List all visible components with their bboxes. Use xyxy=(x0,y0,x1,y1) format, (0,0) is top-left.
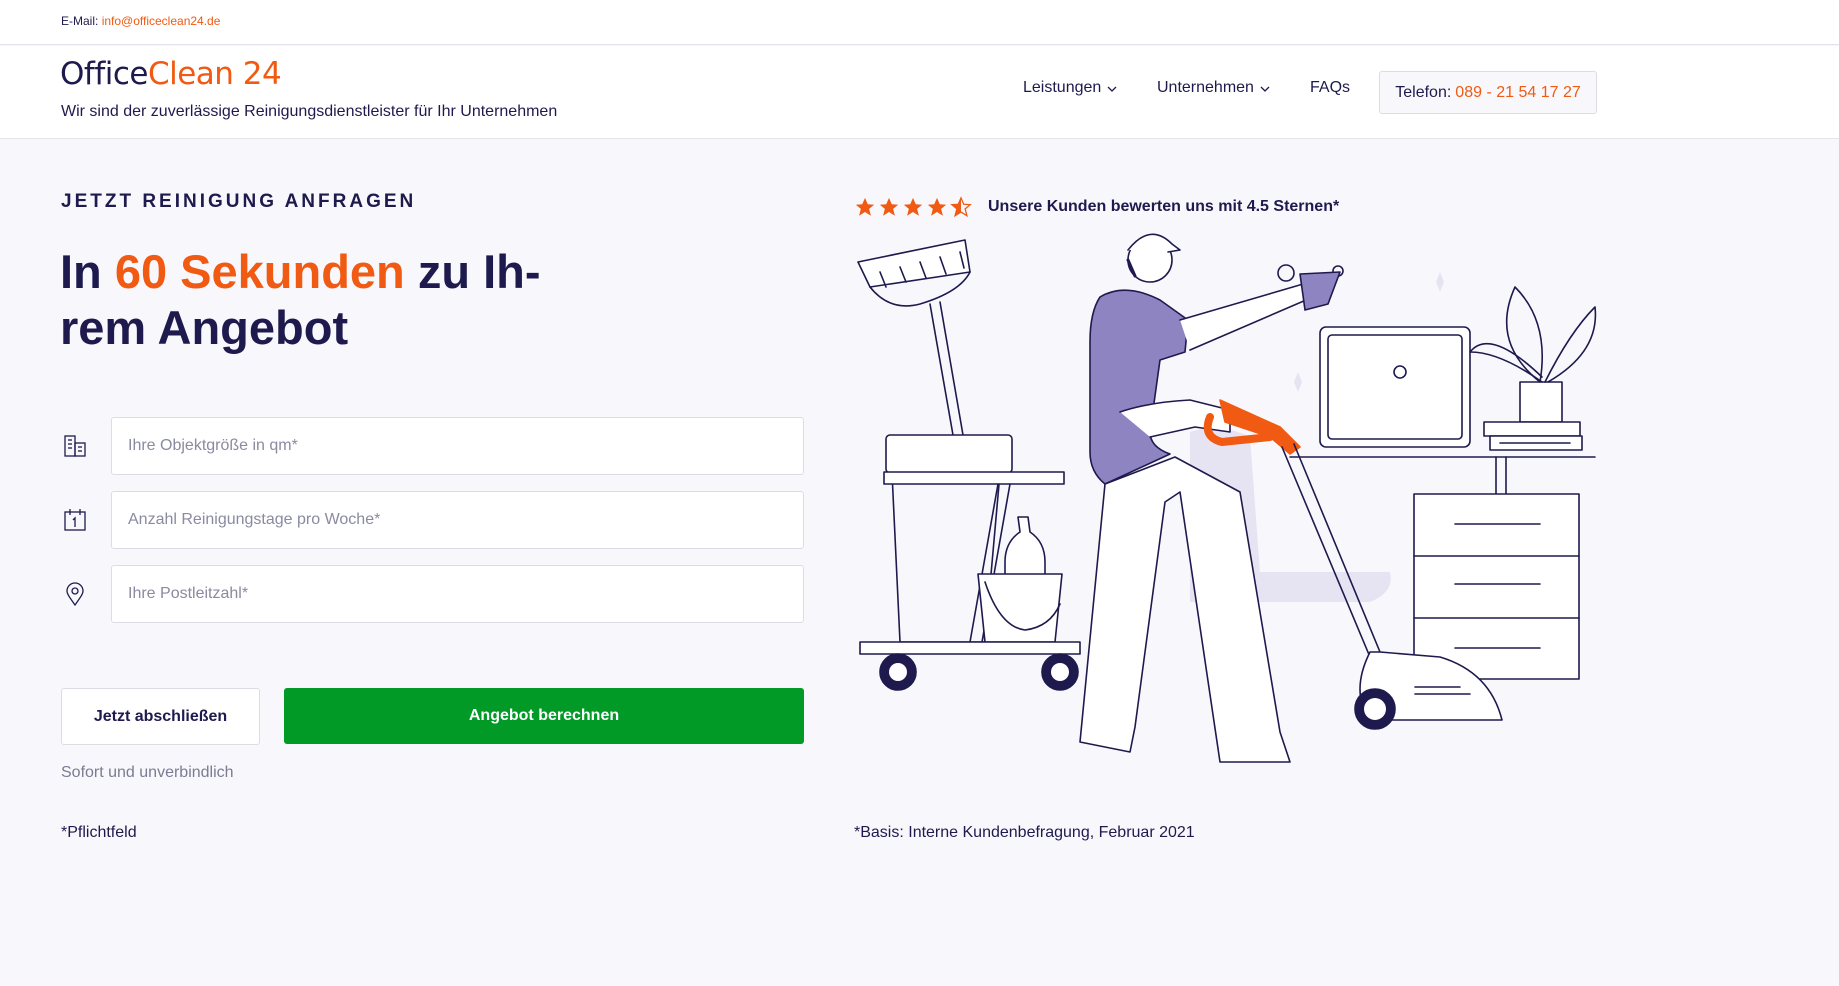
hero-headline: In 60 Sekunden zu Ih-rem Angebot xyxy=(60,244,580,356)
email-link[interactable]: info@officeclean24.de xyxy=(102,14,221,28)
top-bar: E-Mail: info@officeclean24.de xyxy=(0,0,1839,45)
calculate-offer-button[interactable]: Angebot berechnen xyxy=(284,688,804,744)
star-icon xyxy=(903,197,923,216)
tagline: Wir sind der zuverlässige Reinigungsdien… xyxy=(61,103,558,120)
headline-before: In xyxy=(60,245,115,298)
cleaning-illustration xyxy=(857,233,1597,763)
star-icon xyxy=(855,197,875,216)
nav-unternehmen-label: Unternehmen xyxy=(1157,79,1254,96)
cleaning-days-input[interactable] xyxy=(111,491,804,549)
nav-faqs-label: FAQs xyxy=(1310,79,1351,96)
contact-email: E-Mail: info@officeclean24.de xyxy=(61,14,220,28)
nav-leistungen[interactable]: Leistungen xyxy=(1023,79,1117,97)
building-icon xyxy=(61,432,89,460)
star-icon xyxy=(879,197,899,216)
chevron-down-icon xyxy=(1107,84,1117,95)
star-rating xyxy=(854,196,972,218)
location-pin-icon xyxy=(61,580,89,608)
logo-clean: Clean 24 xyxy=(147,56,282,92)
calendar-icon xyxy=(61,506,89,534)
logo[interactable]: OfficeClean 24 xyxy=(60,56,282,92)
site-header: OfficeClean 24 Wir sind der zuverlässige… xyxy=(0,46,1839,139)
rating-footnote: *Basis: Interne Kundenbefragung, Februar… xyxy=(854,824,1195,841)
rating-text: Unsere Kunden bewerten uns mit 4.5 Stern… xyxy=(988,198,1340,215)
headline-highlight: 60 Sekunden xyxy=(114,245,405,298)
phone-number: 089 - 21 54 17 27 xyxy=(1455,83,1581,101)
postcode-input[interactable] xyxy=(111,565,804,623)
chevron-down-icon xyxy=(1260,84,1270,95)
logo-office: Office xyxy=(60,56,148,92)
star-icon xyxy=(927,197,947,216)
hero-kicker: JETZT REINIGUNG ANFRAGEN xyxy=(61,191,417,212)
required-note: *Pflichtfeld xyxy=(61,824,137,841)
postcode-row xyxy=(61,565,804,623)
nav-unternehmen[interactable]: Unternehmen xyxy=(1157,79,1270,97)
finish-now-button[interactable]: Jetzt abschließen xyxy=(61,688,260,745)
phone-label: Telefon: xyxy=(1395,83,1452,101)
rating: Unsere Kunden bewerten uns mit 4.5 Stern… xyxy=(854,196,1339,218)
half-star-icon xyxy=(950,196,972,218)
object-size-input[interactable] xyxy=(111,417,804,475)
nav-faqs[interactable]: FAQs xyxy=(1310,79,1350,97)
nav-leistungen-label: Leistungen xyxy=(1023,79,1102,96)
object-size-row xyxy=(61,417,804,475)
form-note: Sofort und unverbindlich xyxy=(61,764,234,781)
cleaning-days-row xyxy=(61,491,804,549)
email-label: E-Mail: xyxy=(61,14,99,28)
phone-button[interactable]: Telefon: 089 - 21 54 17 27 xyxy=(1379,71,1597,114)
